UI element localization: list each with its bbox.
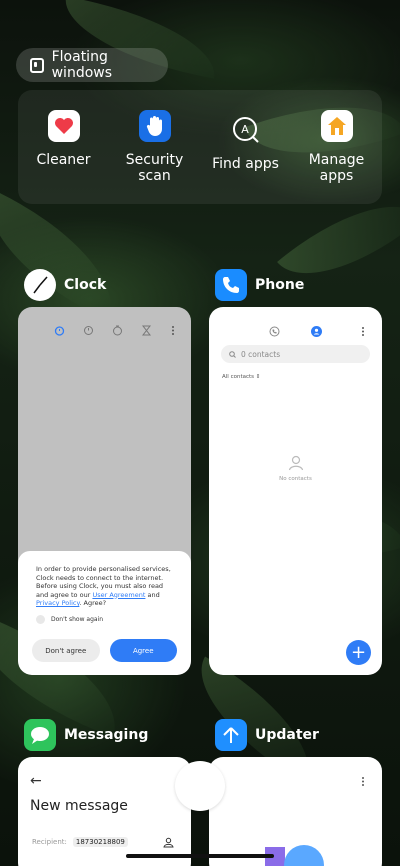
updater-app-card[interactable] <box>209 757 382 866</box>
back-arrow-icon[interactable]: ← <box>30 773 42 789</box>
recents-tab-icon[interactable] <box>269 326 280 337</box>
recipient-chip[interactable]: 18730218809 <box>72 837 128 847</box>
updater-app-header[interactable]: Updater <box>215 719 319 751</box>
clock-app-header[interactable]: Clock <box>24 269 106 301</box>
timer-icon[interactable] <box>141 325 152 336</box>
dont-show-again-row[interactable]: Don't show again <box>36 614 173 624</box>
manage-apps-action[interactable]: Manage apps <box>291 90 382 204</box>
phone-app-card[interactable]: 0 contacts All contacts ⇕ No contacts + <box>209 307 382 675</box>
chat-bubble-icon <box>24 719 56 751</box>
clock-app-name: Clock <box>64 277 107 293</box>
contacts-tab-icon[interactable] <box>311 326 322 337</box>
privacy-policy-link[interactable]: Privacy Policy <box>36 599 79 607</box>
security-scan-label: Security scan <box>125 152 184 184</box>
dont-agree-button[interactable]: Don't agree <box>32 639 100 662</box>
arrow-up-icon <box>215 719 247 751</box>
contact-picker-icon[interactable] <box>163 837 174 848</box>
consent-text: In order to provide personalised service… <box>36 565 171 607</box>
internet-consent-dialog: In order to provide personalised service… <box>18 551 191 675</box>
quick-actions-panel: Cleaner Security scan A Find apps Manage… <box>18 90 382 204</box>
clock-icon <box>24 269 56 301</box>
floating-windows-button[interactable]: Floating windows <box>16 48 168 82</box>
add-contact-button[interactable]: + <box>346 640 371 665</box>
phone-app-header[interactable]: Phone <box>215 269 304 301</box>
find-apps-action[interactable]: A Find apps <box>200 90 291 204</box>
phone-more-icon[interactable] <box>360 326 366 337</box>
search-apps-icon: A <box>230 114 262 146</box>
updater-more-icon[interactable] <box>360 776 366 787</box>
dont-show-again-checkbox[interactable] <box>36 614 45 624</box>
more-icon[interactable] <box>170 325 176 336</box>
chevron-updown-icon: ⇕ <box>255 374 261 380</box>
find-apps-label: Find apps <box>212 156 279 172</box>
messaging-app-name: Messaging <box>64 727 149 743</box>
stopwatch-icon[interactable] <box>112 325 123 336</box>
floating-windows-label: Floating windows <box>51 49 113 81</box>
home-icon <box>320 110 353 142</box>
manage-apps-label: Manage apps <box>308 152 365 184</box>
plus-icon: + <box>350 641 367 663</box>
empty-contacts-state: No contacts <box>209 455 382 482</box>
messaging-app-card[interactable]: ← New message Recipient: 18730218809 <box>18 757 191 866</box>
phone-app-name: Phone <box>255 277 305 293</box>
messaging-app-header[interactable]: Messaging <box>24 719 148 751</box>
update-graphic-circle <box>284 845 324 866</box>
cleaner-action[interactable]: Cleaner <box>18 90 109 204</box>
recipient-label: Recipient: <box>32 838 67 846</box>
clear-all-button[interactable] <box>175 761 225 811</box>
contacts-search-input[interactable]: 0 contacts <box>221 345 370 363</box>
clock-tab-bar <box>54 325 176 336</box>
agree-button[interactable]: Agree <box>109 639 177 662</box>
new-message-title: New message <box>30 798 128 814</box>
alarm-icon[interactable] <box>54 325 65 336</box>
dont-show-again-label: Don't show again <box>51 615 104 623</box>
world-clock-icon[interactable] <box>83 325 94 336</box>
dialog-buttons: Don't agree Agree <box>32 639 177 662</box>
person-icon <box>288 455 303 471</box>
search-icon <box>229 350 236 358</box>
clock-app-card[interactable]: In order to provide personalised service… <box>18 307 191 675</box>
floating-window-icon <box>30 57 44 73</box>
raised-hand-icon <box>138 110 171 142</box>
contacts-filter-dropdown[interactable]: All contacts ⇕ <box>222 374 260 380</box>
recipient-row[interactable]: Recipient: 18730218809 <box>32 837 128 847</box>
svg-text:A: A <box>241 123 249 136</box>
contacts-search-placeholder: 0 contacts <box>241 349 281 359</box>
updater-app-name: Updater <box>255 727 319 743</box>
cleaner-label: Cleaner <box>36 152 91 168</box>
phone-icon <box>215 269 247 301</box>
user-agreement-link[interactable]: User Agreement <box>92 591 145 599</box>
home-indicator[interactable] <box>126 854 274 858</box>
heart-icon <box>47 110 80 142</box>
no-contacts-label: No contacts <box>279 476 312 482</box>
security-scan-action[interactable]: Security scan <box>109 90 200 204</box>
